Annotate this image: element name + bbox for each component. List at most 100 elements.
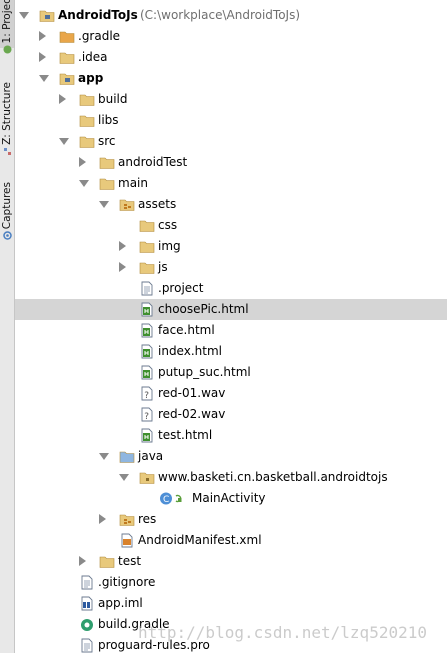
package-icon: [139, 470, 155, 485]
svg-text:C: C: [163, 495, 169, 505]
tree-row[interactable]: .gitignore: [15, 572, 447, 593]
tree-item-label: red-01.wav: [158, 386, 226, 400]
tree-item-label: res: [138, 512, 157, 526]
expand-arrow-icon[interactable]: [119, 262, 126, 272]
svg-text:?: ?: [144, 412, 149, 422]
collapse-arrow-icon[interactable]: [99, 453, 109, 460]
tree-row[interactable]: app: [15, 68, 447, 89]
tree-row[interactable]: js: [15, 257, 447, 278]
folder-orange-icon: [59, 29, 75, 44]
project-tool-tab[interactable]: 1: Project: [0, 0, 14, 54]
tree-item-label: libs: [98, 113, 119, 127]
tree-item-label: main: [118, 176, 148, 190]
tree-row-selected[interactable]: choosePic.html: [15, 299, 447, 320]
tree-item-label: MainActivity: [192, 491, 266, 505]
tree-item-label: test.html: [158, 428, 213, 442]
folder-icon: [139, 260, 155, 275]
collapse-arrow-icon[interactable]: [79, 180, 89, 187]
tree-item-label: test: [118, 554, 142, 568]
collapse-arrow-icon[interactable]: [59, 138, 69, 145]
tree-row[interactable]: AndroidToJs (C:\workplace\AndroidToJs): [15, 5, 447, 26]
tree-item-label: .idea: [78, 50, 108, 64]
collapse-arrow-icon[interactable]: [99, 201, 109, 208]
tree-item-label: AndroidManifest.xml: [138, 533, 262, 547]
tree-item-label: AndroidToJs: [58, 8, 138, 22]
html-file-icon: [139, 323, 155, 338]
folder-icon: [99, 155, 115, 170]
resource-folder-icon: [119, 512, 135, 527]
tree-row[interactable]: face.html: [15, 320, 447, 341]
tree-item-label: proguard-rules.pro: [98, 638, 210, 652]
collapse-arrow-icon[interactable]: [39, 75, 49, 82]
tree-item-label: .gitignore: [98, 575, 156, 589]
expand-arrow-icon[interactable]: [79, 556, 86, 566]
tree-row[interactable]: app.iml: [15, 593, 447, 614]
tree-row[interactable]: ? red-02.wav: [15, 404, 447, 425]
expand-arrow-icon[interactable]: [119, 241, 126, 251]
tree-row[interactable]: assets: [15, 194, 447, 215]
expand-arrow-icon[interactable]: [39, 52, 46, 62]
expand-arrow-icon[interactable]: [59, 94, 66, 104]
tool-window-strip: 1: Project Z: Structure Captures: [0, 0, 15, 653]
tree-item-label: app: [78, 71, 104, 85]
expand-arrow-icon[interactable]: [79, 157, 86, 167]
text-file-icon: [79, 638, 95, 653]
tree-row[interactable]: build: [15, 89, 447, 110]
collapse-arrow-icon[interactable]: [119, 474, 129, 481]
structure-tab-label: Z: Structure: [1, 82, 13, 145]
tree-item-label: red-02.wav: [158, 407, 226, 421]
tree-item-label: assets: [138, 197, 177, 211]
tree-item-label: putup_suc.html: [158, 365, 251, 379]
html-file-icon: [139, 365, 155, 380]
tree-row[interactable]: index.html: [15, 341, 447, 362]
text-file-icon: [79, 575, 95, 590]
tree-row[interactable]: build.gradle: [15, 614, 447, 635]
tree-row[interactable]: .project: [15, 278, 447, 299]
source-folder-icon: [119, 449, 135, 464]
tree-item-label: face.html: [158, 323, 215, 337]
tree-row[interactable]: res: [15, 509, 447, 530]
tree-row[interactable]: css: [15, 215, 447, 236]
folder-icon: [79, 92, 95, 107]
tree-row[interactable]: ? red-01.wav: [15, 383, 447, 404]
tree-row[interactable]: putup_suc.html: [15, 362, 447, 383]
tree-row[interactable]: img: [15, 236, 447, 257]
captures-tool-tab[interactable]: Captures: [0, 180, 14, 242]
tree-item-label: www.basketi.cn.basketball.androidtojs: [158, 470, 388, 484]
tree-item-label: img: [158, 239, 181, 253]
tree-row[interactable]: libs: [15, 110, 447, 131]
tree-row[interactable]: .gradle: [15, 26, 447, 47]
html-file-icon: [139, 428, 155, 443]
structure-icon: [3, 147, 11, 155]
html-file-icon: [139, 302, 155, 317]
expand-arrow-icon[interactable]: [39, 31, 46, 41]
expand-arrow-icon[interactable]: [99, 514, 106, 524]
tree-item-label: java: [138, 449, 164, 463]
folder-icon: [79, 113, 95, 128]
folder-icon: [59, 50, 75, 65]
tree-row[interactable]: .idea: [15, 47, 447, 68]
tree-row[interactable]: androidTest: [15, 152, 447, 173]
iml-file-icon: [79, 596, 95, 611]
unknown-file-icon: ?: [139, 407, 155, 422]
tree-item-label: index.html: [158, 344, 222, 358]
tree-row[interactable]: main: [15, 173, 447, 194]
tree-item-label: js: [158, 260, 168, 274]
tree-row[interactable]: test.html: [15, 425, 447, 446]
tree-row[interactable]: test: [15, 551, 447, 572]
folder-icon: [139, 218, 155, 233]
tree-row[interactable]: src: [15, 131, 447, 152]
tree-row[interactable]: java: [15, 446, 447, 467]
tree-item-label: src: [98, 134, 116, 148]
tree-item-label: choosePic.html: [158, 302, 249, 316]
tree-row[interactable]: AndroidManifest.xml: [15, 530, 447, 551]
collapse-arrow-icon[interactable]: [19, 12, 29, 19]
tree-item-label: androidTest: [118, 155, 188, 169]
tree-item-label: build: [98, 92, 128, 106]
project-path: (C:\workplace\AndroidToJs): [140, 8, 301, 22]
android-icon: [3, 45, 11, 54]
tree-row[interactable]: www.basketi.cn.basketball.androidtojs: [15, 467, 447, 488]
captures-tab-label: Captures: [1, 181, 13, 230]
structure-tool-tab[interactable]: Z: Structure: [0, 80, 14, 158]
tree-row[interactable]: C MainActivity: [15, 488, 447, 509]
